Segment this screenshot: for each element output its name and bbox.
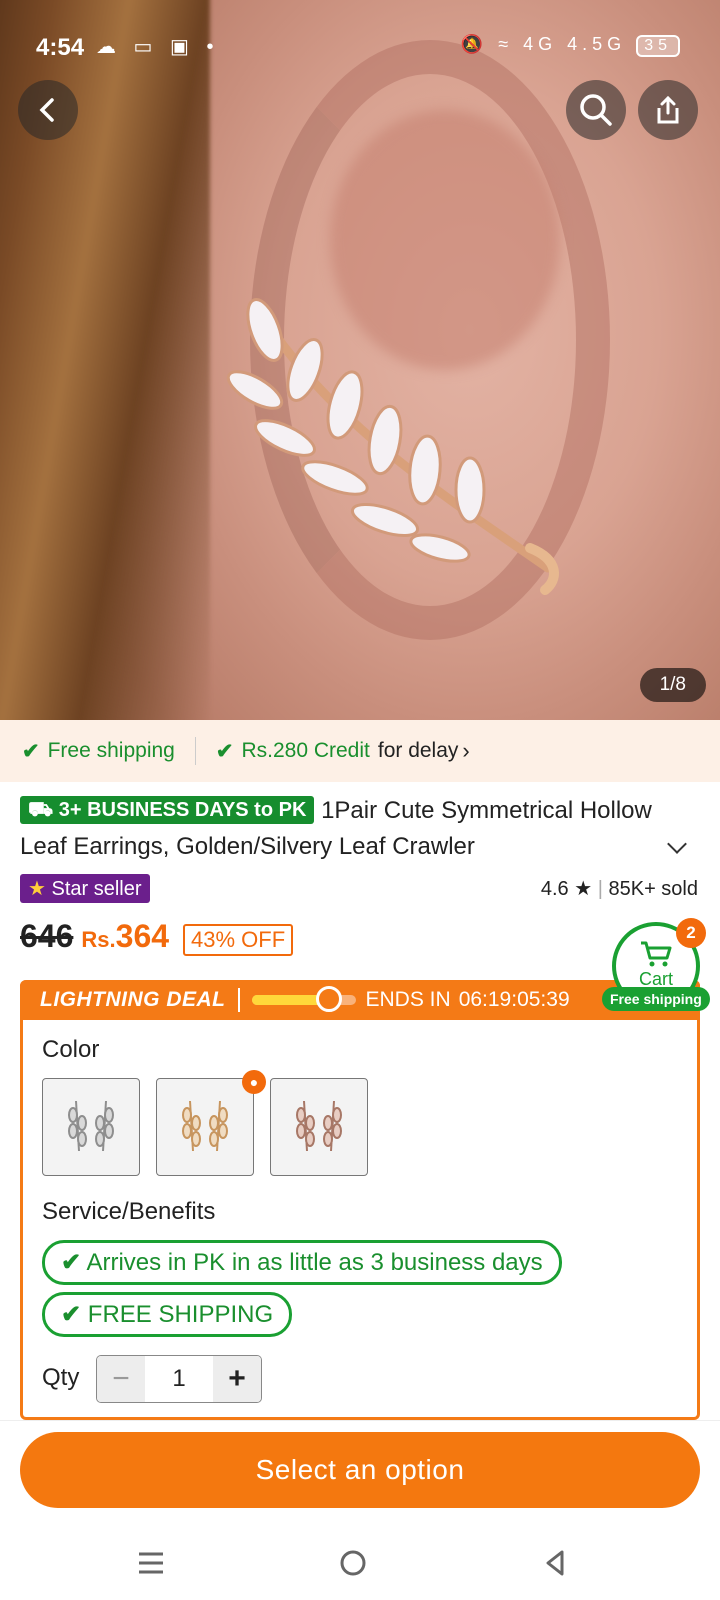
ends-label: ENDS IN xyxy=(365,988,451,1011)
cart-free-shipping-pill: Free shipping xyxy=(602,987,710,1011)
deal-progress-bar xyxy=(251,986,356,1012)
status-bar: 4:54 ☁ ▭ ▣ • 🔕 ≈ 4G 4.5G 35 xyxy=(0,0,720,92)
deal-countdown: 06:19:05:39 xyxy=(458,988,570,1011)
divider xyxy=(237,988,240,1012)
sold-count: 85K+ sold xyxy=(608,878,698,900)
rating-summary[interactable]: 4.6 ★ | 85K+ sold xyxy=(541,876,698,901)
select-option-button[interactable]: Select an option xyxy=(20,1432,700,1508)
cart-icon xyxy=(641,941,672,967)
chevron-right-icon: › xyxy=(462,738,470,763)
battery-icon: 35 xyxy=(636,35,680,57)
color-swatch-silver[interactable] xyxy=(42,1078,140,1176)
currency-symbol: Rs. xyxy=(81,927,116,952)
star-icon: ★ xyxy=(28,878,46,900)
home-circle-icon xyxy=(340,1550,366,1576)
search-button[interactable] xyxy=(566,80,626,140)
quantity-value[interactable]: 1 xyxy=(145,1356,213,1402)
star-seller-label: Star seller xyxy=(51,878,142,900)
credit-label: Rs.280 Credit xyxy=(241,739,370,762)
clock-icon xyxy=(315,986,342,1012)
rose-gold-earring-thumbnail xyxy=(296,1100,342,1152)
wifi-icon: ≈ xyxy=(498,34,514,54)
check-icon: ✔ xyxy=(22,739,40,763)
color-swatch-gold[interactable] xyxy=(156,1078,254,1176)
sale-price: 364 xyxy=(115,918,170,954)
minus-icon: − xyxy=(112,1362,130,1395)
plus-icon: + xyxy=(228,1362,246,1395)
hot-flame-icon: ● xyxy=(242,1070,266,1094)
benefit-free-shipping: ✔ FREE SHIPPING xyxy=(42,1292,293,1337)
decrease-qty-button[interactable]: − xyxy=(97,1356,145,1402)
network-label: 4G 4.5G xyxy=(523,34,627,54)
price-row: 646 Rs. 364 43% OFF xyxy=(20,918,294,956)
promo-strip[interactable]: ✔ Free shipping ✔ Rs.280 Credit for dela… xyxy=(0,720,720,782)
rating-value: 4.6 xyxy=(540,878,569,900)
service-benefits-label: Service/Benefits xyxy=(42,1198,216,1225)
credit-suffix: for delay xyxy=(377,739,459,762)
back-nav-button[interactable] xyxy=(540,1548,570,1586)
benefit-text: Arrives in PK in as little as 3 business… xyxy=(86,1249,543,1276)
increase-qty-button[interactable]: + xyxy=(213,1356,261,1402)
deal-title: LIGHTNING DEAL xyxy=(40,988,226,1011)
recent-apps-button[interactable] xyxy=(136,1548,166,1586)
check-icon: ✔ xyxy=(61,1249,82,1276)
mute-icon: 🔕 xyxy=(460,34,489,54)
home-button[interactable] xyxy=(338,1548,368,1586)
benefit-text: FREE SHIPPING xyxy=(87,1301,274,1328)
check-icon: ✔ xyxy=(215,739,234,763)
chevron-left-icon xyxy=(39,98,54,122)
star-icon: ★ xyxy=(574,878,593,900)
share-button[interactable] xyxy=(638,80,698,140)
product-image[interactable]: 4:54 ☁ ▭ ▣ • 🔕 ≈ 4G 4.5G 35 1/8 xyxy=(0,0,720,720)
truck-icon: ⛟ xyxy=(28,799,54,821)
qty-label: Qty xyxy=(42,1364,80,1391)
original-price: 646 xyxy=(20,918,74,954)
free-shipping-label: Free shipping xyxy=(47,739,175,762)
product-title-block[interactable]: ⛟ 3+ BUSINESS DAYS to PK 1Pair Cute Symm… xyxy=(20,793,700,865)
gold-earring-thumbnail xyxy=(182,1100,228,1152)
menu-icon xyxy=(139,1552,163,1574)
notification-icons: ☁ ▭ ▣ • xyxy=(96,36,220,58)
lightning-deal-bar: LIGHTNING DEAL ENDS IN 06:19:05:39 xyxy=(20,980,700,1020)
shipping-time-badge: ⛟ 3+ BUSINESS DAYS to PK xyxy=(20,796,315,824)
cart-count-badge: 2 xyxy=(676,918,706,948)
gallery-page-indicator: 1/8 xyxy=(639,668,706,702)
shipping-time-text: 3+ BUSINESS DAYS to PK xyxy=(58,799,307,821)
check-icon: ✔ xyxy=(61,1301,82,1328)
triangle-back-icon xyxy=(546,1550,564,1576)
benefit-fast-delivery: ✔ Arrives in PK in as little as 3 busine… xyxy=(42,1240,562,1285)
color-swatch-rose-gold[interactable] xyxy=(270,1078,368,1176)
divider: | xyxy=(597,878,603,900)
divider xyxy=(194,737,196,765)
back-button[interactable] xyxy=(18,80,78,140)
quantity-stepper: − 1 + xyxy=(96,1355,262,1403)
star-seller-badge[interactable]: ★ Star seller xyxy=(20,874,150,903)
color-label: Color xyxy=(42,1036,100,1063)
discount-badge: 43% OFF xyxy=(183,924,294,956)
search-icon xyxy=(580,94,612,126)
status-time: 4:54 xyxy=(36,34,85,61)
signal-icons: 🔕 ≈ 4G 4.5G 35 xyxy=(461,34,680,57)
silver-earring-thumbnail xyxy=(68,1100,114,1152)
share-icon xyxy=(657,95,679,124)
